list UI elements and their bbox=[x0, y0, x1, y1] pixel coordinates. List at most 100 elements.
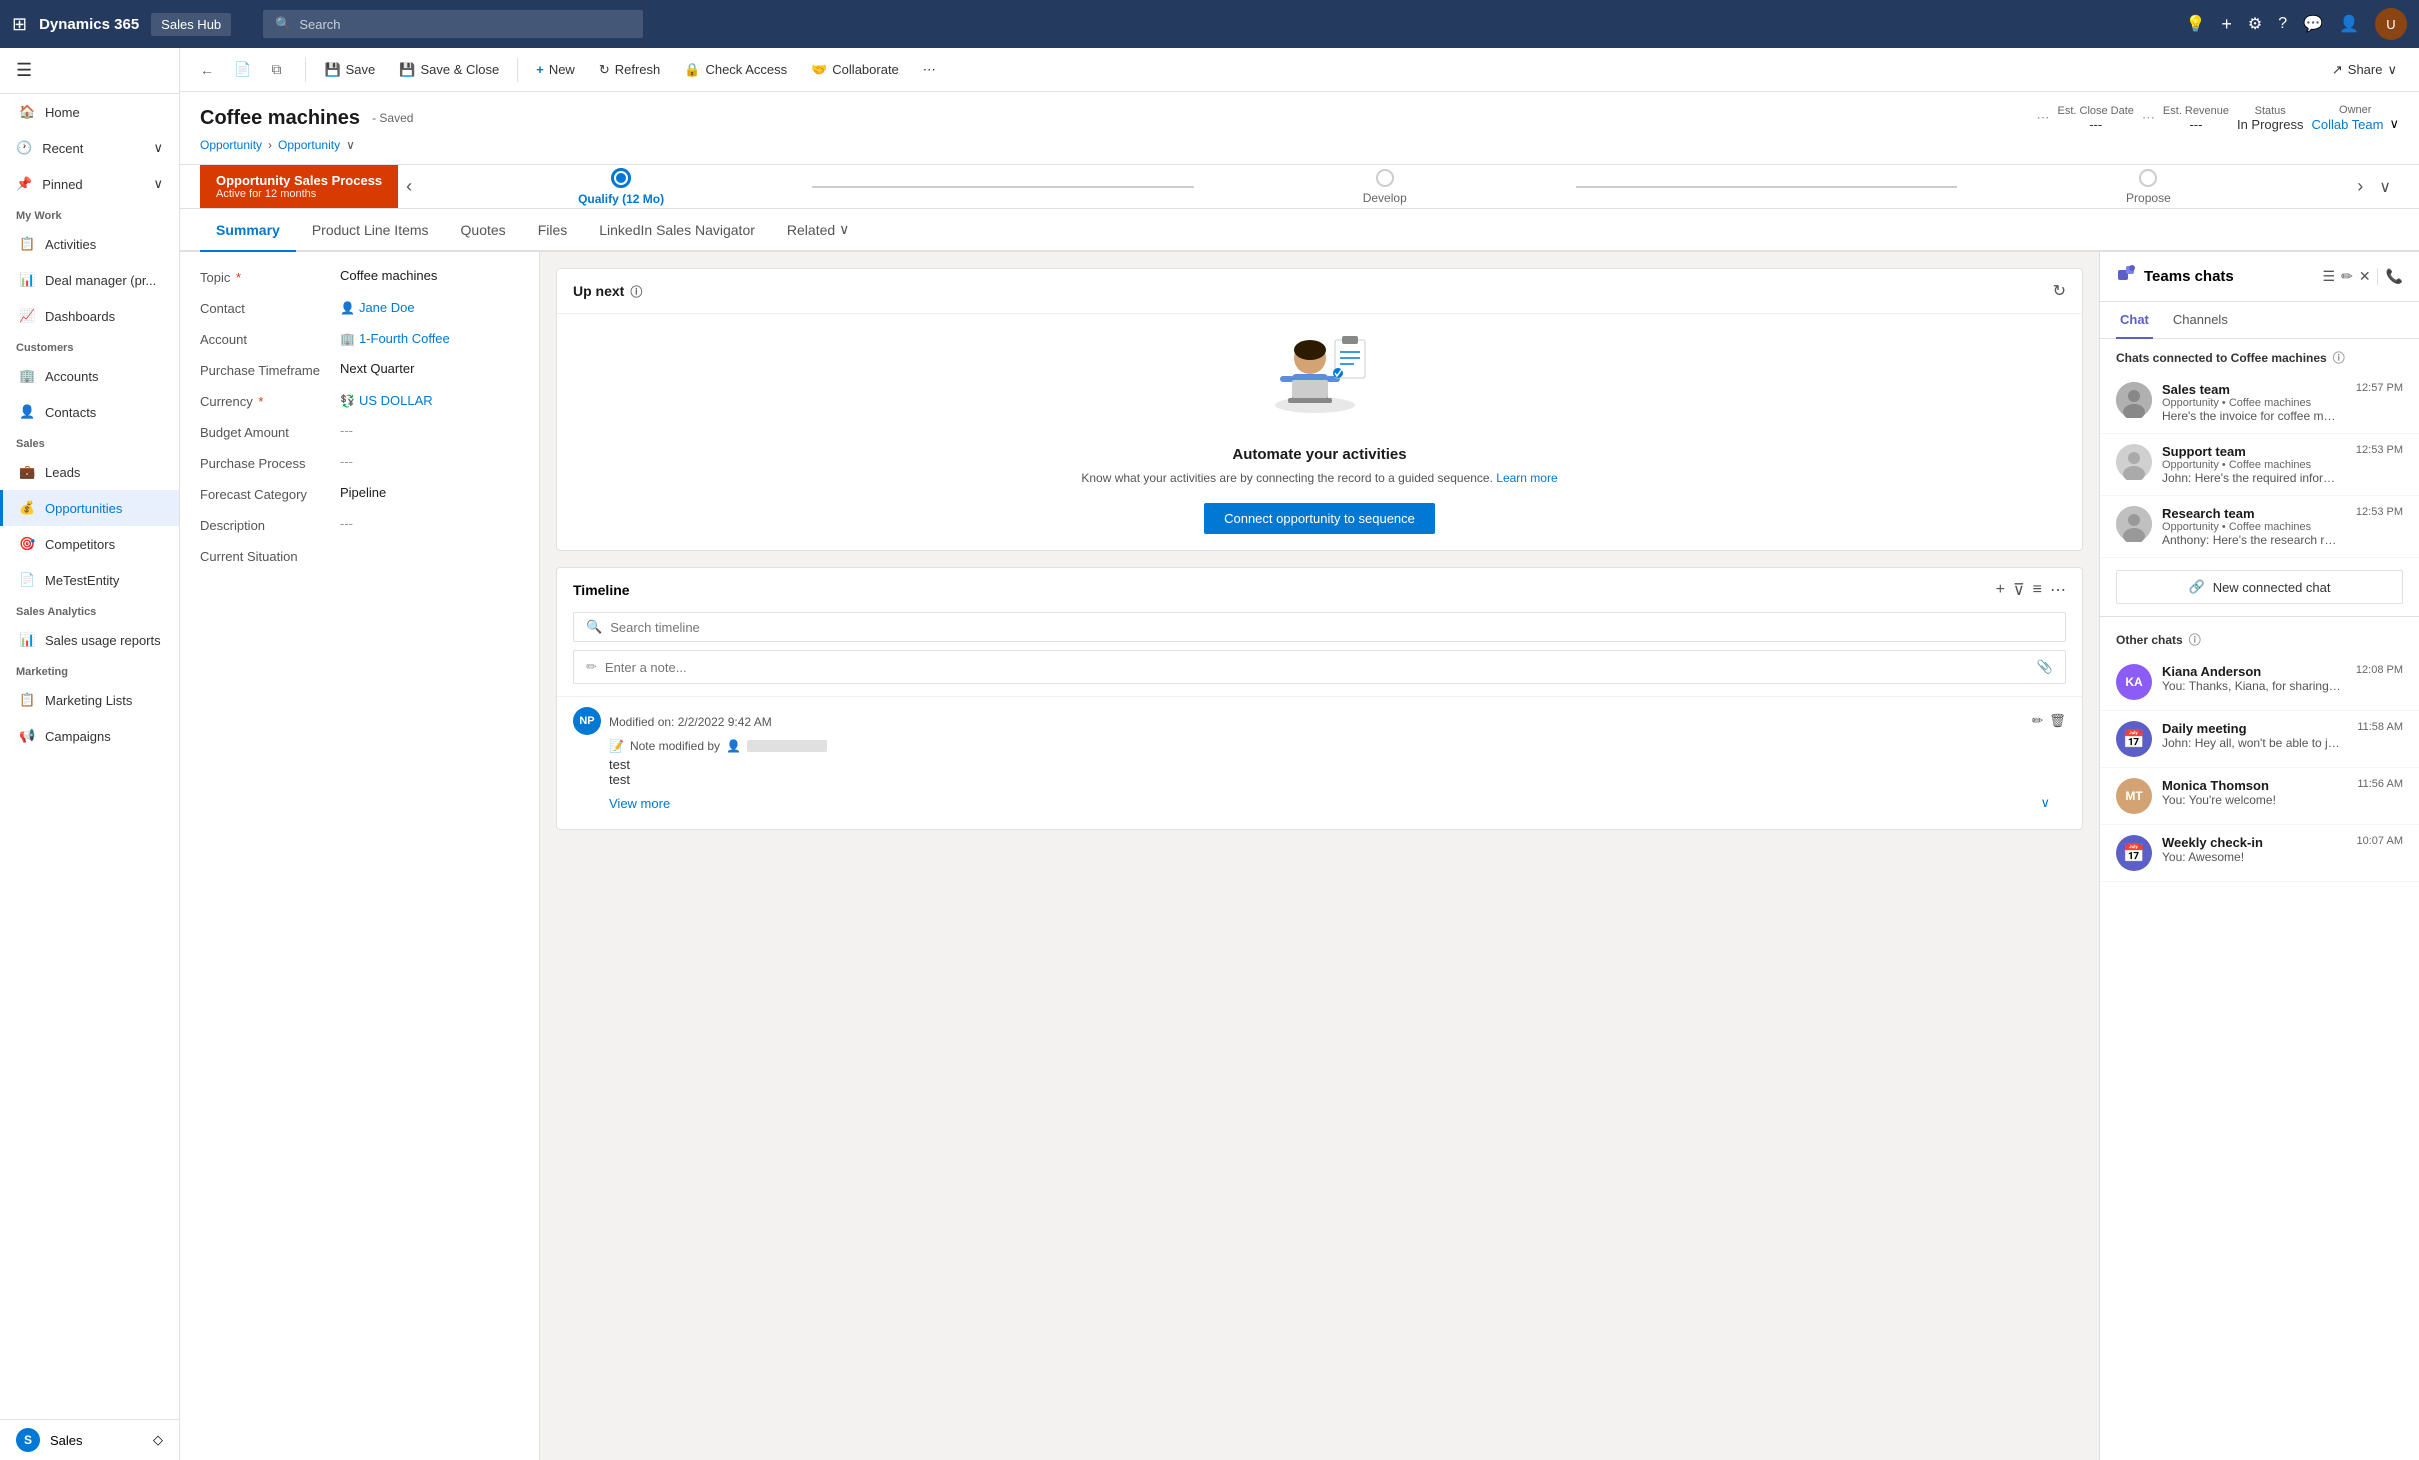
more-options-button[interactable]: ⋯ bbox=[913, 56, 946, 84]
chat-item-daily-meeting[interactable]: 📅 Daily meeting 11:58 AM John: Hey all, … bbox=[2100, 711, 2419, 768]
chat-item-kiana[interactable]: KA Kiana Anderson 12:08 PM You: Thanks, … bbox=[2100, 654, 2419, 711]
timeline-add-btn[interactable]: + bbox=[1996, 581, 2005, 599]
help-icon[interactable]: ? bbox=[2278, 15, 2287, 33]
sidebar-item-sales-usage-reports[interactable]: 📊 Sales usage reports bbox=[0, 622, 179, 658]
search-input[interactable] bbox=[299, 17, 631, 32]
sidebar-item-opportunities[interactable]: 💰 Opportunities bbox=[0, 490, 179, 526]
sidebar-item-recent[interactable]: 🕐 Recent ∨ bbox=[0, 130, 179, 166]
save-close-button[interactable]: 💾 Save & Close bbox=[389, 56, 509, 84]
value-topic[interactable]: Coffee machines bbox=[340, 268, 437, 285]
process-chevron-btn[interactable]: ∨ bbox=[2371, 177, 2399, 197]
timeline-search-input[interactable] bbox=[610, 620, 2053, 635]
timeline-filter-btn[interactable]: ⊽ bbox=[2013, 580, 2025, 600]
sidebar-item-home[interactable]: 🏠 Home bbox=[0, 94, 179, 130]
value-budget-amount[interactable]: --- bbox=[340, 423, 353, 440]
process-next-btn[interactable]: › bbox=[2349, 176, 2371, 197]
sidebar-item-competitors[interactable]: 🎯 Competitors bbox=[0, 526, 179, 562]
new-connected-chat-button[interactable]: 🔗 New connected chat bbox=[2116, 570, 2403, 604]
app-name[interactable]: Sales Hub bbox=[151, 13, 231, 36]
value-currency[interactable]: 💱 US DOLLAR bbox=[340, 392, 433, 409]
timeline-delete-btn[interactable]: 🗑 bbox=[2049, 713, 2066, 729]
sidebar-item-pinned[interactable]: 📌 Pinned ∨ bbox=[0, 166, 179, 202]
record-icon-btn[interactable]: 📄 bbox=[226, 55, 259, 84]
avatar[interactable]: U bbox=[2375, 8, 2407, 40]
timeline-note-label-row: 📝 Note modified by 👤 bbox=[609, 739, 2066, 753]
sidebar-item-leads[interactable]: 💼 Leads bbox=[0, 454, 179, 490]
settings-icon[interactable]: ⚙ bbox=[2248, 14, 2262, 34]
lightbulb-icon[interactable]: 💡 bbox=[2185, 14, 2205, 34]
value-description[interactable]: --- bbox=[340, 516, 353, 533]
timeline-view-btn[interactable]: ≡ bbox=[2033, 581, 2042, 599]
teams-tab-channels[interactable]: Channels bbox=[2169, 302, 2232, 339]
sidebar-hamburger[interactable]: ☰ bbox=[16, 60, 32, 80]
timeline-edit-btn[interactable]: ✏ bbox=[2032, 713, 2043, 729]
user-icon[interactable]: 👤 bbox=[2339, 14, 2359, 34]
tab-linkedin[interactable]: LinkedIn Sales Navigator bbox=[583, 210, 771, 252]
chat-item-research-team[interactable]: Research team 12:53 PM Opportunity • Cof… bbox=[2100, 496, 2419, 558]
tab-quotes[interactable]: Quotes bbox=[445, 210, 522, 252]
value-purchase-timeframe[interactable]: Next Quarter bbox=[340, 361, 414, 378]
owner-name[interactable]: Collab Team bbox=[2311, 117, 2383, 132]
process-prev-btn[interactable]: ‹ bbox=[398, 176, 420, 197]
learn-more-link[interactable]: Learn more bbox=[1496, 471, 1557, 485]
sidebar-bottom-sales[interactable]: S Sales ◇ bbox=[0, 1419, 179, 1460]
stage-propose[interactable]: Propose bbox=[1957, 169, 2339, 205]
chat-avatar-weekly: 📅 bbox=[2116, 835, 2152, 871]
sidebar-item-marketing-lists[interactable]: 📋 Marketing Lists bbox=[0, 682, 179, 718]
chat-item-support-team[interactable]: Support team 12:53 PM Opportunity • Coff… bbox=[2100, 434, 2419, 496]
sidebar-item-deal-manager[interactable]: 📊 Deal manager (pr... bbox=[0, 262, 179, 298]
label-current-situation: Current Situation bbox=[200, 547, 340, 564]
field-purchase-timeframe: Purchase Timeframe Next Quarter bbox=[200, 361, 519, 378]
sidebar-item-accounts[interactable]: 🏢 Accounts bbox=[0, 358, 179, 394]
value-contact[interactable]: 👤 Jane Doe bbox=[340, 299, 415, 316]
connect-sequence-button[interactable]: Connect opportunity to sequence bbox=[1204, 503, 1435, 534]
save-button[interactable]: 💾 Save bbox=[314, 56, 385, 84]
new-button[interactable]: + New bbox=[526, 56, 585, 83]
add-icon[interactable]: + bbox=[2221, 14, 2232, 35]
refresh-button[interactable]: ↻ Refresh bbox=[589, 56, 670, 84]
teams-filter-btn[interactable]: ☰ bbox=[2323, 268, 2336, 285]
breadcrumb-opportunity-type-link[interactable]: Opportunity bbox=[278, 138, 340, 152]
tab-product-line-items[interactable]: Product Line Items bbox=[296, 210, 445, 252]
check-access-button[interactable]: 🔒 Check Access bbox=[674, 56, 797, 84]
back-button[interactable]: ← bbox=[192, 56, 222, 84]
teams-edit-btn[interactable]: ✏ bbox=[2341, 268, 2353, 285]
chat-item-monica[interactable]: MT Monica Thomson 11:56 AM You: You're w… bbox=[2100, 768, 2419, 825]
tab-related[interactable]: Related ∨ bbox=[771, 209, 866, 252]
collaborate-button[interactable]: 🤝 Collaborate bbox=[801, 56, 909, 84]
waffle-icon[interactable]: ⊞ bbox=[12, 14, 27, 35]
chat-preview-weekly: You: Awesome! bbox=[2162, 850, 2342, 864]
automate-illustration-svg bbox=[1260, 330, 1380, 430]
up-next-refresh-btn[interactable]: ↻ bbox=[2053, 281, 2066, 301]
sidebar-item-contacts[interactable]: 👤 Contacts bbox=[0, 394, 179, 430]
tab-summary[interactable]: Summary bbox=[200, 210, 296, 252]
sidebar-item-activities[interactable]: 📋 Activities bbox=[0, 226, 179, 262]
sidebar-item-campaigns[interactable]: 📢 Campaigns bbox=[0, 718, 179, 754]
chat-avatar-sales bbox=[2116, 382, 2152, 418]
tab-files[interactable]: Files bbox=[522, 210, 584, 252]
breadcrumb-chevron[interactable]: ∨ bbox=[346, 138, 355, 152]
timeline-view-more[interactable]: View more ∨ bbox=[573, 787, 2066, 819]
timeline-search[interactable]: 🔍 bbox=[573, 612, 2066, 642]
stage-develop[interactable]: Develop bbox=[1194, 169, 1576, 205]
chat-item-sales-team[interactable]: Sales team 12:57 PM Opportunity • Coffee… bbox=[2100, 372, 2419, 434]
clone-button[interactable]: ⧉ bbox=[263, 55, 289, 84]
chat-icon[interactable]: 💬 bbox=[2303, 14, 2323, 34]
teams-tab-chat[interactable]: Chat bbox=[2116, 302, 2153, 339]
stage-qualify[interactable]: Qualify (12 Mo) bbox=[430, 168, 812, 206]
value-purchase-process[interactable]: --- bbox=[340, 454, 353, 471]
sidebar-item-dashboards[interactable]: 📈 Dashboards bbox=[0, 298, 179, 334]
timeline-more-btn[interactable]: ⋯ bbox=[2050, 580, 2066, 600]
attachment-icon[interactable]: 📎 bbox=[2037, 659, 2053, 675]
value-forecast-category[interactable]: Pipeline bbox=[340, 485, 386, 502]
teams-phone-btn[interactable]: 📞 bbox=[2377, 268, 2403, 285]
share-button[interactable]: ↗ Share ∨ bbox=[2322, 56, 2407, 84]
sidebar-item-metestentity[interactable]: 📄 MeTestEntity bbox=[0, 562, 179, 598]
teams-close-btn[interactable]: ✕ bbox=[2359, 268, 2371, 285]
search-box[interactable]: 🔍 bbox=[263, 10, 643, 38]
timeline-note-field[interactable] bbox=[605, 660, 2029, 675]
chat-item-weekly-checkin[interactable]: 📅 Weekly check-in 10:07 AM You: Awesome! bbox=[2100, 825, 2419, 882]
value-account[interactable]: 🏢 1-Fourth Coffee bbox=[340, 330, 450, 347]
breadcrumb-opportunity-link[interactable]: Opportunity bbox=[200, 138, 262, 152]
timeline-note-input[interactable]: ✏ 📎 bbox=[573, 650, 2066, 684]
